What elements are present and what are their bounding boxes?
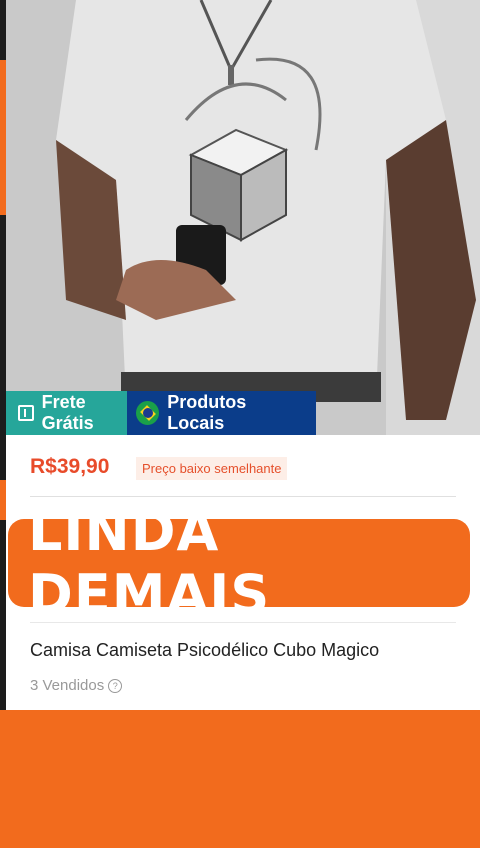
sold-count: 3 Vendidos ? [30, 677, 123, 694]
help-icon[interactable]: ? [108, 678, 123, 693]
shipping-icon [18, 405, 34, 421]
product-info-card: R$39,90 Preço baixo semelhante LINDA DEM… [6, 435, 480, 710]
promo-banner-text: LINDA DEMAIS [28, 500, 271, 626]
badge-row: Frete Grátis Produtos Locais [6, 391, 316, 435]
tshirt-illustration [6, 0, 480, 435]
divider [30, 496, 456, 497]
frete-gratis-label: Frete Grátis [41, 392, 94, 433]
product-title[interactable]: Camisa Camiseta Psicodélico Cubo Magico [30, 640, 379, 661]
product-price: R$39,90 [30, 455, 110, 478]
divider [30, 622, 456, 623]
promo-banner: LINDA DEMAIS [8, 500, 470, 626]
produtos-locais-badge: Produtos Locais [127, 391, 316, 435]
produtos-locais-label: Produtos Locais [167, 392, 247, 433]
price-note-tag: Preço baixo semelhante [136, 457, 288, 480]
sold-count-label: 3 Vendidos [30, 677, 105, 694]
bottom-orange-area [0, 710, 480, 848]
frete-gratis-badge: Frete Grátis [6, 391, 127, 435]
product-photo[interactable] [6, 0, 480, 435]
brazil-flag-icon [136, 401, 160, 425]
